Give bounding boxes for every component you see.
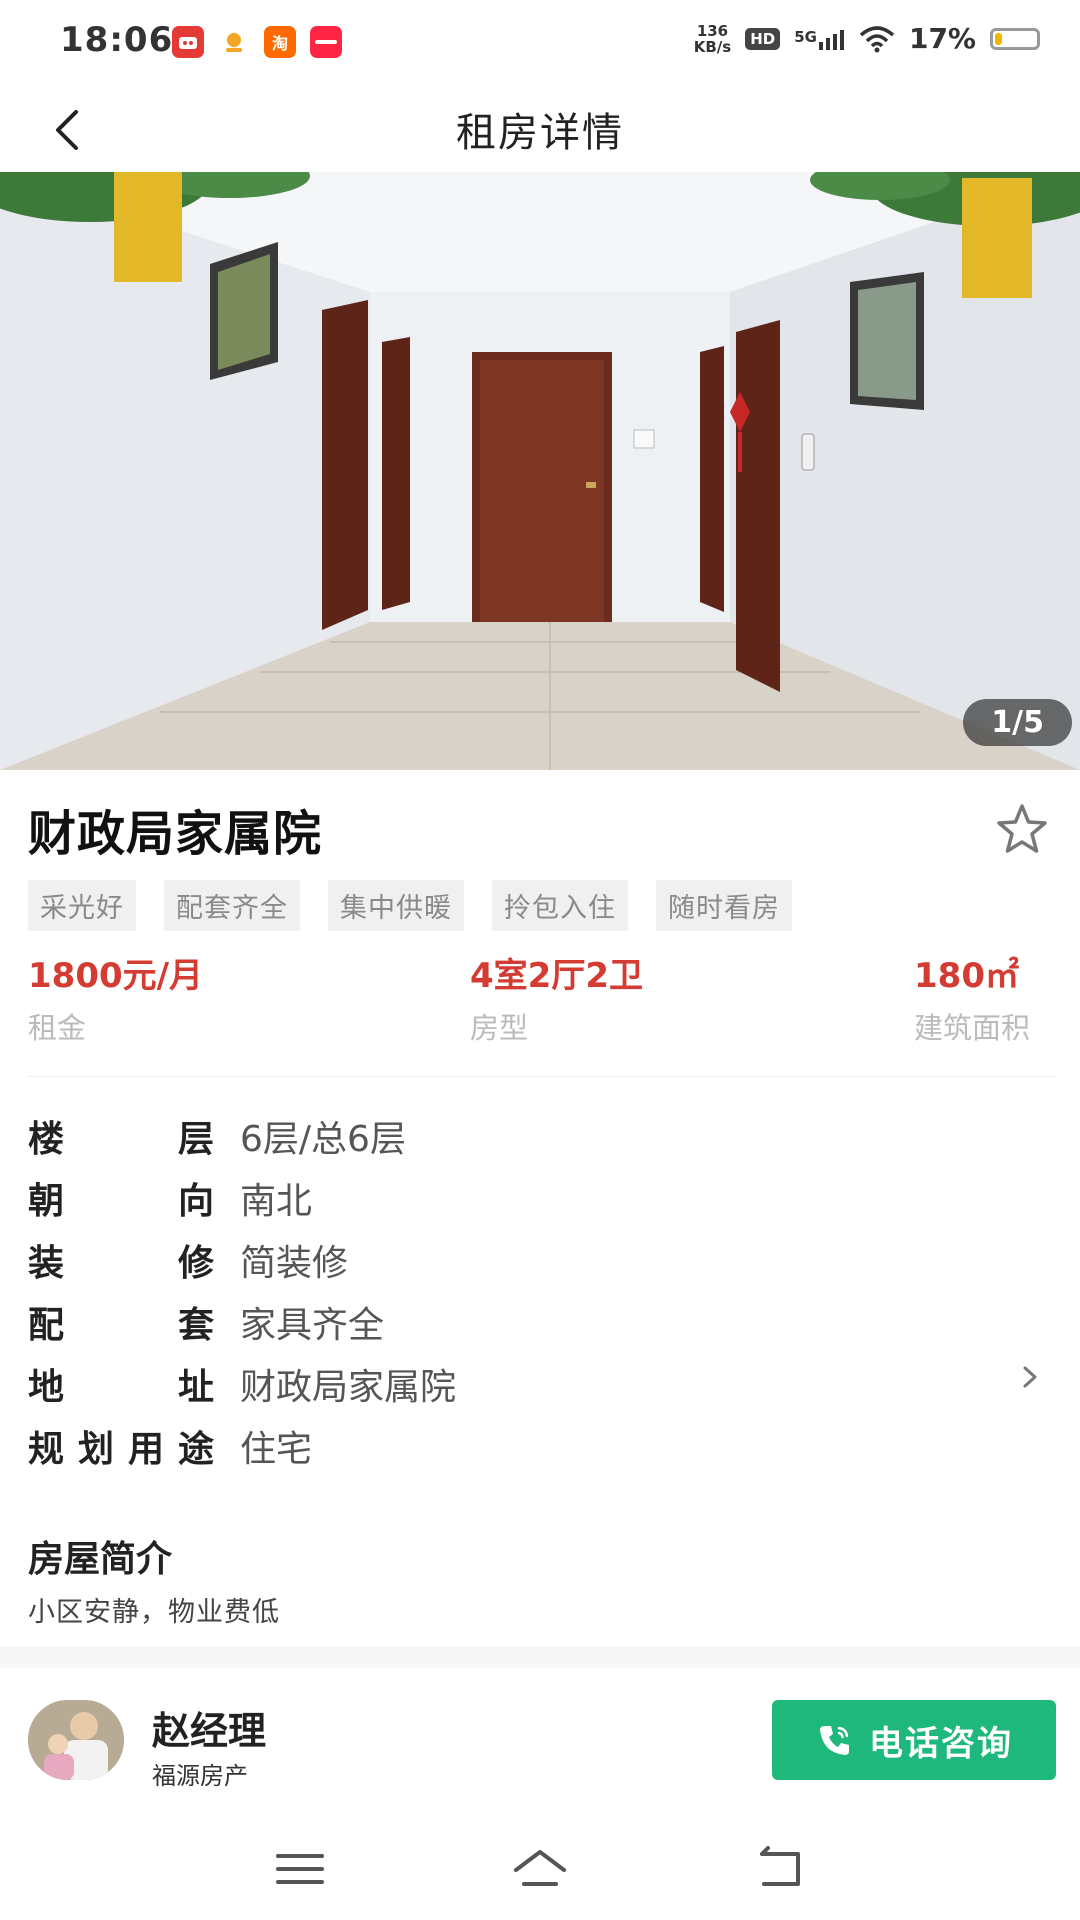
app-meituan-icon <box>218 26 250 58</box>
stat-label: 建筑面积 <box>914 1011 1031 1045</box>
stat-value: 4室2厅2卫 <box>470 956 643 996</box>
section-separator <box>0 1646 1080 1668</box>
status-bar: 18:06 淘 136 KB/s HD 5G 17% <box>0 0 1080 86</box>
tag-chip: 采光好 <box>28 880 136 931</box>
xiaohongshu-icon <box>310 26 342 58</box>
attr-label: 配套 <box>28 1305 214 1346</box>
app-notification-icon <box>172 26 204 58</box>
attr-row-address[interactable]: 地址 财政局家属院 <box>28 1358 1056 1420</box>
attr-value: 住宅 <box>240 1429 313 1470</box>
network-type: 5G <box>794 27 817 46</box>
attr-label: 楼层 <box>28 1119 214 1160</box>
status-time: 18:06 <box>60 20 174 60</box>
tag-chip: 集中供暖 <box>328 880 464 931</box>
call-button-label: 电话咨询 <box>869 1723 1013 1764</box>
status-app-icons: 淘 <box>172 26 342 58</box>
nav-bar: 租房详情 <box>0 86 1080 172</box>
intro-heading: 房屋简介 <box>28 1539 173 1580</box>
favorite-star-icon[interactable] <box>992 800 1052 860</box>
page-title: 租房详情 <box>456 110 624 156</box>
battery-fill <box>995 32 1002 45</box>
agent-name: 赵经理 <box>152 1709 267 1753</box>
tag-chip: 拎包入住 <box>492 880 628 931</box>
attr-value: 南北 <box>240 1181 313 1222</box>
agent-bar: 赵经理 福源房产 电话咨询 <box>0 1668 1080 1798</box>
attr-row-floor: 楼层 6层/总6层 <box>28 1110 1056 1172</box>
attr-value: 简装修 <box>240 1243 349 1284</box>
attr-value: 财政局家属院 <box>240 1367 457 1408</box>
listing-title: 财政局家属院 <box>28 806 323 862</box>
signal-5g-icon: 5G <box>794 28 845 50</box>
status-right-indicators: 136 KB/s HD 5G 17% <box>694 22 1040 55</box>
attr-row-usage: 规划用途 住宅 <box>28 1420 1056 1482</box>
attr-label: 朝向 <box>28 1181 214 1222</box>
stat-label: 租金 <box>28 1011 87 1045</box>
attr-row-orientation: 朝向 南北 <box>28 1172 1056 1234</box>
attr-row-decoration: 装修 简装修 <box>28 1234 1056 1296</box>
phone-icon <box>820 1726 849 1755</box>
tag-list: 采光好 配套齐全 集中供暖 拎包入住 随时看房 <box>28 880 792 931</box>
taobao-icon: 淘 <box>264 26 296 58</box>
chevron-right-icon[interactable] <box>1018 1362 1042 1392</box>
network-speed-value: 136 <box>696 21 729 40</box>
battery-percent: 17% <box>908 22 976 55</box>
attr-value: 6层/总6层 <box>240 1119 406 1160</box>
system-nav-bar <box>0 1800 1080 1920</box>
call-button[interactable]: 电话咨询 <box>772 1700 1056 1780</box>
listing-photo <box>0 172 1080 770</box>
tag-chip: 随时看房 <box>656 880 792 931</box>
network-speed-unit: KB/s <box>693 37 732 56</box>
photo-gallery[interactable]: 1/5 <box>0 172 1080 770</box>
key-stats: 1800元/月 租金 4室2厅2卫 房型 180㎡ 建筑面积 <box>28 948 1056 1048</box>
photo-counter: 1/5 <box>963 699 1072 746</box>
home-icon[interactable] <box>510 1844 570 1894</box>
attr-label: 规划用途 <box>28 1429 214 1470</box>
divider <box>28 1076 1056 1077</box>
hd-badge: HD <box>745 27 781 50</box>
menu-icon[interactable] <box>270 1844 330 1894</box>
agent-avatar[interactable] <box>28 1700 124 1780</box>
tag-chip: 配套齐全 <box>164 880 300 931</box>
agent-company: 福源房产 <box>152 1762 248 1790</box>
attribute-list: 楼层 6层/总6层 朝向 南北 装修 简装修 配套 家具齐全 地址 财政局家属院… <box>28 1110 1056 1482</box>
attr-value: 家具齐全 <box>240 1305 385 1346</box>
battery-icon <box>990 27 1040 50</box>
intro-text: 小区安静，物业费低 <box>28 1597 280 1628</box>
network-speed: 136 KB/s <box>694 23 731 55</box>
back-icon[interactable] <box>750 1844 810 1894</box>
stat-value: 1800元/月 <box>28 956 204 996</box>
stat-label: 房型 <box>470 1011 529 1045</box>
stat-rent: 1800元/月 租金 <box>28 948 203 1047</box>
stat-area: 180㎡ 建筑面积 <box>914 948 1030 1047</box>
attr-row-facilities: 配套 家具齐全 <box>28 1296 1056 1358</box>
wifi-icon <box>859 25 895 52</box>
attr-label: 装修 <box>28 1243 214 1284</box>
stat-value: 180㎡ <box>914 956 1019 996</box>
stat-layout: 4室2厅2卫 房型 <box>470 948 643 1047</box>
attr-label: 地址 <box>28 1367 214 1408</box>
